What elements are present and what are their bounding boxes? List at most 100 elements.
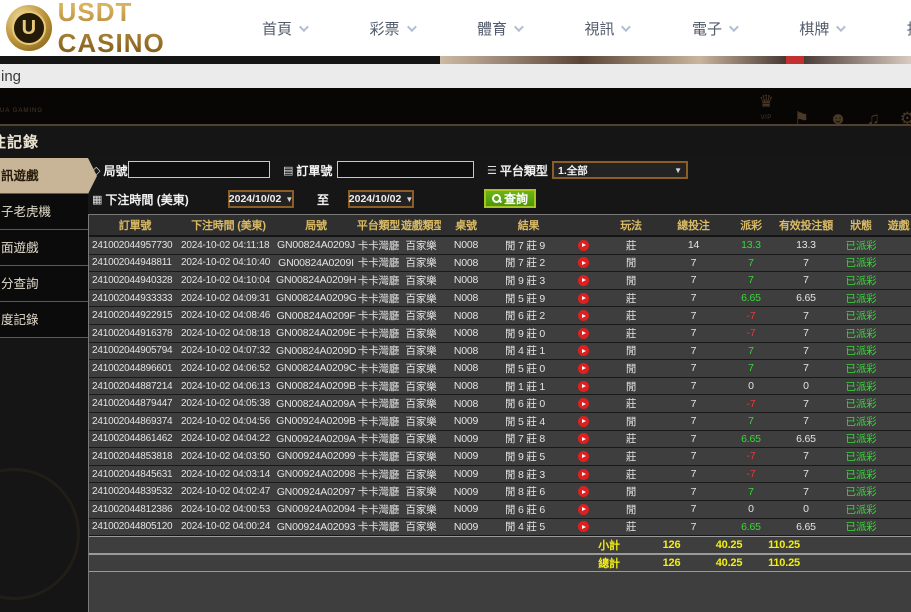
- order-no-cell: 241002044905794: [89, 345, 181, 356]
- table-no-cell: N009: [441, 503, 491, 515]
- order-no-cell: 241002044896601: [89, 363, 181, 374]
- query-button[interactable]: 查詢: [484, 189, 536, 208]
- result-cell: 閒 7 莊 9: [491, 238, 566, 253]
- replay-play-icon[interactable]: [578, 521, 589, 532]
- order-no-cell: 241002044948811: [89, 257, 181, 268]
- header-cell: 訂單號: [89, 217, 181, 233]
- round-no-cell: GN00924A02093: [276, 521, 356, 533]
- replay-cell: [566, 381, 601, 392]
- table-row: 241002044812386 2024-10-02 04:00:53 GN00…: [89, 501, 911, 519]
- replay-play-icon[interactable]: [578, 504, 589, 515]
- chevron-down-icon: [729, 22, 739, 32]
- order-no-cell: 241002044887214: [89, 381, 181, 392]
- sidebar-item[interactable]: 子老虎機: [0, 194, 88, 230]
- list-icon: ☰: [487, 164, 497, 177]
- chat-agent-icon[interactable]: ☻: [829, 110, 847, 127]
- table-row: 241002044940328 2024-10-02 04:10:04 GN00…: [89, 272, 911, 290]
- nav-item[interactable]: 棋牌: [799, 18, 843, 39]
- table-row: 241002044957730 2024-10-02 04:11:18 GN00…: [89, 237, 911, 255]
- bet-time-cell: 2024-10-02 04:08:46: [181, 310, 276, 321]
- order-no-cell: 241002044839532: [89, 486, 181, 497]
- replay-cell: [566, 469, 601, 480]
- table-no-cell: N008: [441, 274, 491, 286]
- nav-item[interactable]: 首頁: [262, 18, 306, 39]
- bet-time-cell: 2024-10-02 04:11:18: [181, 240, 276, 251]
- replay-cell: [566, 275, 601, 286]
- replay-play-icon[interactable]: [578, 240, 589, 251]
- round-no-cell: GN00924A02094: [276, 503, 356, 515]
- table-no-cell: N009: [441, 468, 491, 480]
- game-type-cell: 百家樂: [401, 273, 441, 288]
- replay-play-icon[interactable]: [578, 433, 589, 444]
- table-no-cell: N009: [441, 415, 491, 427]
- nav-item[interactable]: 視訊: [584, 18, 628, 39]
- replay-play-icon[interactable]: [578, 469, 589, 480]
- table-row: 241002044869374 2024-10-02 04:04:56 GN00…: [89, 413, 911, 431]
- nav-item[interactable]: 電子: [692, 18, 736, 39]
- replay-play-icon[interactable]: [578, 398, 589, 409]
- game-type-cell: 百家樂: [401, 519, 441, 534]
- replay-play-icon[interactable]: [578, 486, 589, 497]
- payout-cell: 7: [726, 257, 776, 269]
- nav-item[interactable]: 彩票: [369, 18, 413, 39]
- play-type-cell: 閒: [601, 343, 661, 358]
- sidebar-item[interactable]: 面遊戲: [0, 230, 88, 266]
- replay-cell: [566, 240, 601, 251]
- replay-play-icon[interactable]: [578, 416, 589, 427]
- status-cell: 已派彩: [836, 343, 886, 358]
- result-cell: 閒 4 莊 5: [491, 519, 566, 534]
- header-cell: 遊戲類型: [401, 217, 441, 233]
- date-to-select[interactable]: 2024/10/02 ▼: [348, 190, 414, 208]
- sidebar-item[interactable]: 度記錄: [0, 302, 88, 338]
- replay-play-icon[interactable]: [578, 345, 589, 356]
- payout-cell: -7: [726, 398, 776, 410]
- replay-cell: [566, 521, 601, 532]
- sidebar-item[interactable]: 分查詢: [0, 266, 88, 302]
- nav-item[interactable]: 捕魚: [907, 18, 911, 39]
- order-no-input[interactable]: [337, 161, 474, 178]
- replay-play-icon[interactable]: [578, 451, 589, 462]
- valid-bet-cell: 7: [776, 415, 836, 427]
- replay-play-icon[interactable]: [578, 381, 589, 392]
- bet-time-cell: 2024-10-02 04:00:24: [181, 521, 276, 532]
- page-title: 注記錄: [0, 131, 39, 152]
- platform-type-select[interactable]: 1.全部 ▼: [552, 161, 688, 179]
- game-type-cell: 百家樂: [401, 291, 441, 306]
- casino-logo[interactable]: U USDT CASINO: [6, 0, 246, 59]
- vip-icon[interactable]: ♛VIP: [759, 93, 774, 127]
- payout-cell: 7: [726, 274, 776, 286]
- platform-cell: 卡卡灣廳: [356, 273, 401, 288]
- replay-play-icon[interactable]: [578, 363, 589, 374]
- date-from-select[interactable]: 2024/10/02 ▼: [228, 190, 294, 208]
- total-bet-cell: 7: [661, 486, 726, 498]
- play-type-cell: 莊: [601, 519, 661, 534]
- payout-cell: -7: [726, 468, 776, 480]
- bet-time-label: ▦ 下注時間 (美東): [92, 191, 189, 208]
- game-type-cell: 百家樂: [401, 484, 441, 499]
- table-no-cell: N009: [441, 486, 491, 498]
- sidebar-item[interactable]: 訊遊戲: [0, 158, 88, 194]
- settings-icon[interactable]: ⚙: [900, 110, 911, 127]
- round-no-input[interactable]: [128, 161, 270, 178]
- play-type-cell: 閒: [601, 484, 661, 499]
- replay-play-icon[interactable]: [578, 275, 589, 286]
- result-cell: 閒 6 莊 2: [491, 308, 566, 323]
- utility-bar: UA GAMING ♛VIP⚑☻♫⚙: [0, 88, 911, 126]
- replay-play-icon[interactable]: [578, 257, 589, 268]
- platform-cell: 卡卡灣廳: [356, 308, 401, 323]
- order-no-cell: 241002044869374: [89, 416, 181, 427]
- main-menu: 首頁 彩票 體育 視訊 電子 棋牌 捕魚: [262, 0, 911, 56]
- replay-play-icon[interactable]: [578, 293, 589, 304]
- chevron-down-icon: [836, 22, 846, 32]
- result-cell: 閒 8 莊 6: [491, 484, 566, 499]
- replay-play-icon[interactable]: [578, 328, 589, 339]
- music-icon[interactable]: ♫: [867, 110, 880, 127]
- replay-play-icon[interactable]: [578, 310, 589, 321]
- nav-item[interactable]: 體育: [477, 18, 521, 39]
- valid-bet-cell: 7: [776, 327, 836, 339]
- valid-bet-cell: 7: [776, 310, 836, 322]
- sum-label: 小計: [579, 537, 639, 553]
- flag-icon[interactable]: ⚑: [794, 110, 809, 127]
- nav-item-label: 視訊: [584, 18, 614, 39]
- platform-type-label: ☰ 平台類型: [487, 162, 548, 179]
